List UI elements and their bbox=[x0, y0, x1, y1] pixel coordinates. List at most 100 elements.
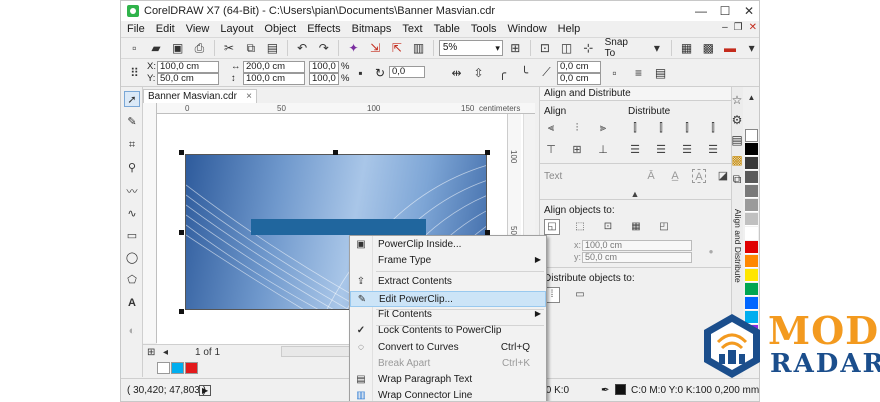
align-x-field[interactable]: 100,0 cm bbox=[582, 240, 692, 251]
menu-tools[interactable]: Tools bbox=[471, 23, 497, 35]
print-icon[interactable]: ⎙ bbox=[190, 40, 209, 57]
menu-text[interactable]: Text bbox=[402, 23, 422, 35]
menu-item-wrap-paragraph-text[interactable]: ▤ Wrap Paragraph Text bbox=[350, 372, 546, 388]
menu-item-frame-type[interactable]: Frame Type ▶ bbox=[350, 253, 546, 269]
palette-swatch-gray-5[interactable] bbox=[745, 213, 758, 226]
save-icon[interactable]: ▣ bbox=[168, 40, 187, 57]
align-y-field[interactable]: 50,0 cm bbox=[582, 252, 692, 263]
align-center-h-icon[interactable]: ⫶ bbox=[570, 121, 584, 135]
y-position-field[interactable]: 50,0 cm bbox=[157, 73, 219, 85]
polygon-tool-icon[interactable]: ⬠ bbox=[124, 271, 140, 287]
menu-edit[interactable]: Edit bbox=[156, 23, 175, 35]
snap-dropdown-arrow-icon[interactable]: ▾ bbox=[648, 40, 667, 57]
ellipse-tool-icon[interactable]: ◯ bbox=[124, 249, 140, 265]
search-content-icon[interactable]: ✦ bbox=[344, 40, 363, 57]
options-icon[interactable]: ▦ bbox=[677, 40, 696, 57]
menu-object[interactable]: Object bbox=[264, 23, 296, 35]
outline-color-swatch[interactable] bbox=[615, 384, 626, 395]
corner-lock-icon[interactable]: ▫ bbox=[605, 64, 624, 81]
undo-icon[interactable]: ↶ bbox=[293, 40, 312, 57]
palette-swatch-black[interactable] bbox=[745, 143, 758, 156]
cut-icon[interactable]: ✂ bbox=[220, 40, 239, 57]
menu-table[interactable]: Table bbox=[434, 23, 460, 35]
corner-radius-bottom-field[interactable]: 0,0 cm bbox=[557, 73, 601, 85]
corner-radius-top-field[interactable]: 0,0 cm bbox=[557, 61, 601, 73]
color-swatch[interactable] bbox=[185, 362, 198, 374]
menu-help[interactable]: Help bbox=[558, 23, 581, 35]
lock-ratio-icon[interactable]: ▪ bbox=[351, 64, 370, 81]
align-to-active-object-button[interactable]: ◱ bbox=[544, 219, 560, 235]
doc-restore-icon[interactable]: ❐ bbox=[734, 22, 743, 33]
distribute-spacing-h-icon[interactable]: ⫿ bbox=[680, 121, 694, 135]
pick-tool-icon[interactable]: ➚ bbox=[124, 91, 140, 107]
distribute-right-icon[interactable]: ⫿ bbox=[706, 121, 720, 135]
menu-item-convert-to-curves[interactable]: ◌ Convert to Curves Ctrl+Q bbox=[350, 340, 546, 356]
palette-swatch-blue[interactable] bbox=[745, 297, 758, 310]
no-color-swatch[interactable] bbox=[157, 362, 170, 374]
freehand-tool-icon[interactable]: 〰 bbox=[124, 183, 140, 199]
menu-item-lock-contents[interactable]: ✓ Lock Contents to PowerClip bbox=[350, 323, 546, 339]
launch-dropdown-icon[interactable]: ▾ bbox=[742, 40, 759, 57]
color-swatch[interactable] bbox=[171, 362, 184, 374]
first-page-icon[interactable]: ⊞ bbox=[147, 347, 155, 358]
align-top-icon[interactable]: ⊤ bbox=[544, 143, 558, 157]
copy-icon[interactable]: ⧉ bbox=[241, 40, 260, 57]
menu-file[interactable]: File bbox=[127, 23, 145, 35]
menu-item-extract-contents[interactable]: ⇪ Extract Contents bbox=[350, 274, 546, 290]
distribute-to-page-button[interactable]: ▭ bbox=[572, 287, 588, 303]
scale-height-field[interactable]: 100,0 bbox=[309, 73, 339, 85]
doc-minimize-icon[interactable]: – bbox=[722, 22, 728, 33]
menu-effects[interactable]: Effects bbox=[307, 23, 340, 35]
height-field[interactable]: 100,0 cm bbox=[243, 73, 305, 85]
crop-tool-icon[interactable]: ⌗ bbox=[124, 137, 140, 153]
menu-layout[interactable]: Layout bbox=[220, 23, 253, 35]
align-to-page-edge-button[interactable]: ⬚ bbox=[572, 219, 588, 235]
menu-item-wrap-connector-line[interactable]: ▥ Wrap Connector Line bbox=[350, 388, 546, 401]
play-icon[interactable]: ▶ bbox=[199, 385, 212, 396]
application-launcher-icon[interactable]: ▩ bbox=[699, 40, 718, 57]
chamfered-corner-icon[interactable]: ⟋ bbox=[537, 64, 556, 81]
text-tool-icon[interactable]: A bbox=[124, 295, 140, 311]
prev-page-icon[interactable]: ◂ bbox=[163, 347, 168, 358]
scalloped-corner-icon[interactable]: ╰ bbox=[515, 64, 534, 81]
doc-close-icon[interactable]: ✕ bbox=[749, 22, 757, 33]
palette-swatch-gray-1[interactable] bbox=[745, 157, 758, 170]
palette-swatch-gray-4[interactable] bbox=[745, 199, 758, 212]
document-tab[interactable]: Banner Masvian.cdr bbox=[143, 89, 257, 103]
rotation-field[interactable]: 0,0 bbox=[389, 66, 425, 78]
selection-handle[interactable] bbox=[179, 309, 184, 314]
palette-swatch-gray-3[interactable] bbox=[745, 185, 758, 198]
snap-to-dropdown[interactable]: Snap To bbox=[601, 37, 645, 59]
menu-bitmaps[interactable]: Bitmaps bbox=[352, 23, 392, 35]
minimize-button[interactable]: — bbox=[689, 1, 713, 21]
distribute-top-icon[interactable]: ☰ bbox=[628, 143, 642, 157]
point-picker-icon[interactable]: ● bbox=[704, 245, 718, 259]
vertical-ruler[interactable] bbox=[143, 103, 157, 343]
launch-icon[interactable]: ▬ bbox=[721, 40, 740, 57]
zoom-tool-icon[interactable]: ⚲ bbox=[124, 159, 140, 175]
maximize-button[interactable]: ☐ bbox=[713, 1, 737, 21]
text-bbox-icon[interactable]: A bbox=[692, 169, 706, 183]
open-icon[interactable]: ▰ bbox=[147, 40, 166, 57]
distribute-spacing-v-icon[interactable]: ☰ bbox=[680, 143, 694, 157]
menu-window[interactable]: Window bbox=[508, 23, 547, 35]
mirror-vertical-icon[interactable]: ⇳ bbox=[469, 64, 488, 81]
palette-swatch-orange[interactable] bbox=[745, 255, 758, 268]
redo-icon[interactable]: ↷ bbox=[314, 40, 333, 57]
artistic-media-icon[interactable]: ∿ bbox=[124, 205, 140, 221]
palette-swatch-green[interactable] bbox=[745, 283, 758, 296]
round-corner-icon[interactable]: ╭ bbox=[493, 64, 512, 81]
full-screen-icon[interactable]: ⊡ bbox=[536, 40, 555, 57]
align-to-grid-button[interactable]: ▦ bbox=[628, 219, 644, 235]
wrap-text-icon[interactable]: ▤ bbox=[651, 64, 670, 81]
palette-swatch-red[interactable] bbox=[745, 241, 758, 254]
text-first-line-icon[interactable]: Ā bbox=[644, 169, 658, 183]
zoom-level-select[interactable]: 5% bbox=[438, 40, 503, 56]
horizontal-ruler[interactable]: 0 50 100 150 centimeters bbox=[157, 103, 535, 114]
close-button[interactable]: ✕ bbox=[737, 1, 759, 21]
palette-scroll-up-icon[interactable]: ▲ bbox=[743, 89, 759, 106]
zoom-fit-icon[interactable]: ⊞ bbox=[506, 40, 525, 57]
publish-pdf-icon[interactable]: ▥ bbox=[409, 40, 428, 57]
outline-icon[interactable]: ◪ bbox=[716, 169, 730, 183]
menu-item-fit-contents[interactable]: Fit Contents ▶ bbox=[350, 307, 546, 323]
